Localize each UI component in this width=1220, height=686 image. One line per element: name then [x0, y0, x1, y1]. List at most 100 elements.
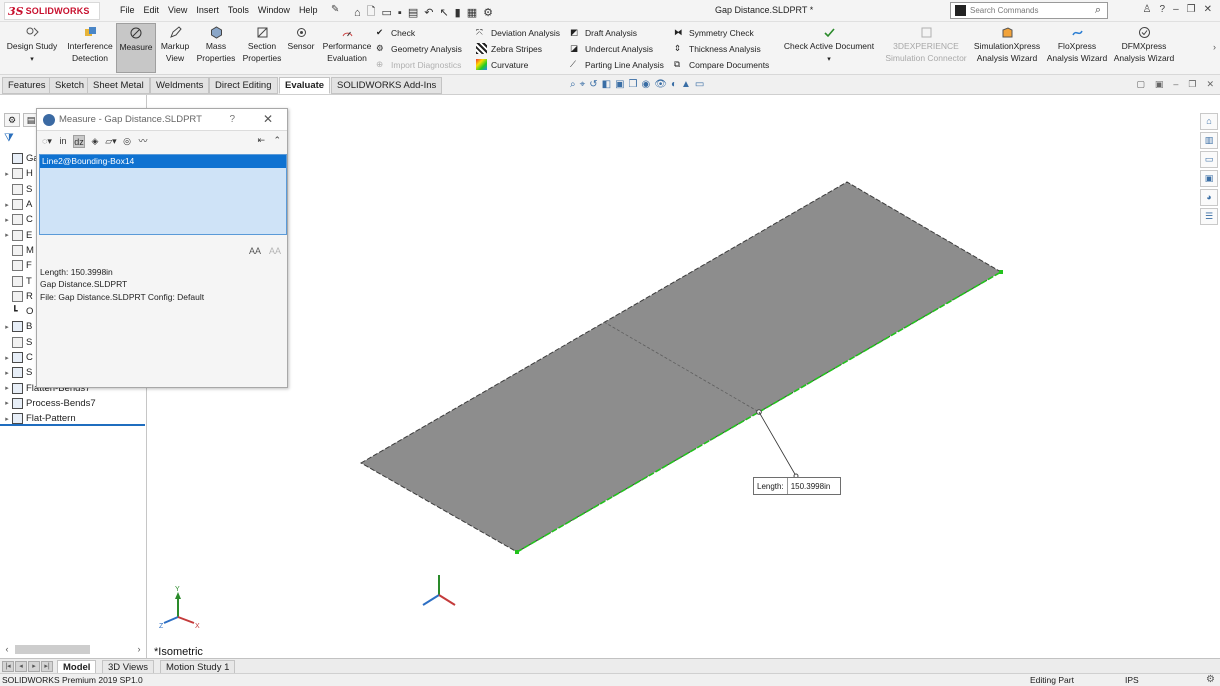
- menu-tools[interactable]: Tools: [224, 5, 253, 15]
- help-icon[interactable]: ?: [1160, 4, 1166, 15]
- appearances-icon[interactable]: ◕: [1200, 189, 1218, 206]
- undo-icon[interactable]: ↶: [424, 6, 433, 19]
- zoom-to-fit-icon[interactable]: ⌕: [570, 79, 576, 90]
- markup-view-button[interactable]: Markup View: [158, 26, 192, 64]
- help-icon[interactable]: ?: [229, 114, 235, 125]
- view-settings-icon[interactable]: ▭: [695, 79, 704, 90]
- thickness-analysis-button[interactable]: ⇕ Thickness Analysis: [674, 43, 761, 54]
- tab-solidworks-add-ins[interactable]: SOLIDWORKS Add-Ins: [331, 77, 443, 94]
- graphics-area[interactable]: Z X Y: [148, 95, 1198, 658]
- geometry-analysis-button[interactable]: ⚙ Geometry Analysis: [376, 43, 462, 54]
- menu-view[interactable]: View: [164, 5, 191, 15]
- previous-view-icon[interactable]: ↺: [589, 79, 597, 90]
- solidworks-resources-icon[interactable]: ⌂: [1200, 113, 1218, 130]
- viewport-restore-icon[interactable]: ❐: [1188, 79, 1196, 90]
- scroll-left-icon[interactable]: ‹: [2, 644, 12, 654]
- check-active-document-button[interactable]: Check Active Document ▾: [780, 26, 878, 66]
- edge-endpoint-bottom[interactable]: [515, 550, 519, 554]
- file-explorer-icon[interactable]: ▭: [1200, 151, 1218, 168]
- viewport-close-icon[interactable]: ✕: [1206, 79, 1214, 90]
- home-icon[interactable]: ⌂: [354, 7, 361, 19]
- next-tab-icon[interactable]: ▸: [28, 661, 40, 672]
- parting-line-analysis-button[interactable]: ⟋ Parting Line Analysis: [570, 59, 664, 70]
- previous-tab-icon[interactable]: ◂: [15, 661, 27, 672]
- design-library-icon[interactable]: ▥: [1200, 132, 1218, 149]
- view-orientation-icon[interactable]: ❒: [629, 79, 638, 90]
- expand-arrow-icon[interactable]: ▸: [2, 384, 12, 392]
- tree-item-process-bends[interactable]: ▸ Process-Bends7: [2, 396, 144, 411]
- unit-system[interactable]: IPS: [1125, 675, 1139, 685]
- feature-manager-tab-icon[interactable]: ⚙: [4, 113, 20, 127]
- tab-evaluate[interactable]: Evaluate: [279, 77, 331, 94]
- projection-icon[interactable]: ▱▾: [105, 135, 117, 148]
- filter-icon[interactable]: ⧩: [4, 132, 14, 145]
- expand-arrow-icon[interactable]: ▸: [2, 231, 12, 239]
- import-diagnostics-button[interactable]: ⊕ Import Diagnostics: [376, 59, 461, 70]
- rollback-bar[interactable]: [0, 424, 145, 426]
- last-tab-icon[interactable]: ▸|: [41, 661, 53, 672]
- tab-direct-editing[interactable]: Direct Editing: [209, 77, 278, 94]
- tab-model[interactable]: Model: [57, 660, 97, 674]
- scroll-right-icon[interactable]: ›: [134, 644, 144, 654]
- tab-sheet-metal[interactable]: Sheet Metal: [87, 77, 150, 94]
- tab-3d-views[interactable]: 3D Views: [102, 660, 154, 674]
- scroll-thumb[interactable]: [15, 644, 90, 654]
- decrease-text-size-icon[interactable]: AA: [269, 246, 281, 256]
- expand-arrow-icon[interactable]: ▸: [2, 369, 12, 377]
- tab-sketch[interactable]: Sketch: [49, 77, 91, 94]
- interference-detection-button[interactable]: Interference Detection: [64, 26, 116, 64]
- point-to-point-icon[interactable]: ◈: [89, 135, 101, 148]
- pin-menu-icon[interactable]: ✎: [331, 4, 339, 15]
- zebra-stripes-button[interactable]: Zebra Stripes: [476, 43, 542, 54]
- rebuild-status-icon[interactable]: ⚙: [1206, 674, 1215, 685]
- viewport-split-icon[interactable]: ▣: [1155, 79, 1164, 90]
- search-icon[interactable]: ⌕: [1095, 4, 1107, 17]
- dfmxpress-button[interactable]: DFMXpress Analysis Wizard: [1112, 26, 1176, 64]
- view-palette-icon[interactable]: ▣: [1200, 170, 1218, 187]
- collapse-dialog-icon[interactable]: ⌃: [273, 135, 281, 146]
- section-properties-button[interactable]: Section Properties: [240, 26, 284, 64]
- deviation-analysis-button[interactable]: ⤧ Deviation Analysis: [476, 27, 560, 38]
- measure-button[interactable]: Measure: [116, 23, 156, 73]
- ribbon-overflow-icon[interactable]: ›: [1213, 42, 1216, 52]
- edit-appearance-icon[interactable]: ◐: [671, 79, 677, 90]
- viewport-tile-icon[interactable]: ▢: [1136, 79, 1145, 90]
- expand-arrow-icon[interactable]: ▸: [2, 415, 12, 423]
- arc-circle-measurements-icon[interactable]: ◌▾: [41, 135, 53, 148]
- tab-features[interactable]: Features: [2, 77, 52, 94]
- simulationxpress-button[interactable]: SimulationXpress Analysis Wizard: [972, 26, 1042, 64]
- performance-evaluation-button[interactable]: Performance Evaluation: [320, 26, 374, 64]
- selected-entity[interactable]: Line2@Bounding-Box14: [40, 155, 286, 168]
- open-icon[interactable]: ▭: [382, 6, 392, 19]
- design-study-button[interactable]: Design Study ▾: [4, 26, 60, 66]
- sensor-button[interactable]: Sensor: [286, 26, 316, 52]
- viewport-minimize-icon[interactable]: –: [1173, 79, 1178, 90]
- pin-dialog-icon[interactable]: ⇤: [257, 135, 265, 146]
- measurement-history-icon[interactable]: ◎: [121, 135, 133, 148]
- mass-properties-button[interactable]: Mass Properties: [194, 26, 238, 64]
- tab-weldments[interactable]: Weldments: [150, 77, 210, 94]
- minimize-icon[interactable]: –: [1173, 4, 1179, 15]
- floxpress-button[interactable]: FloXpress Analysis Wizard: [1044, 26, 1110, 64]
- horizontal-scrollbar[interactable]: ‹ ›: [2, 643, 144, 655]
- create-sensor-icon[interactable]: 〰: [137, 135, 149, 148]
- zoom-to-area-icon[interactable]: ⌖: [580, 79, 586, 90]
- symmetry-check-button[interactable]: ⧓ Symmetry Check: [674, 27, 754, 38]
- undercut-analysis-button[interactable]: ◪ Undercut Analysis: [570, 43, 653, 54]
- display-style-icon[interactable]: ◉: [642, 79, 651, 90]
- increase-text-size-icon[interactable]: AA: [249, 246, 261, 256]
- save-icon[interactable]: ▪: [398, 7, 402, 19]
- menu-help[interactable]: Help: [295, 5, 322, 15]
- first-tab-icon[interactable]: |◂: [2, 661, 14, 672]
- print-icon[interactable]: ▤: [408, 6, 418, 19]
- measure-dialog-title-bar[interactable]: Measure - Gap Distance.SLDPRT: [37, 109, 287, 131]
- expand-arrow-icon[interactable]: ▸: [2, 354, 12, 362]
- units-precision-icon[interactable]: in: [57, 135, 69, 148]
- apply-scene-icon[interactable]: ▲: [681, 79, 691, 90]
- expand-arrow-icon[interactable]: ▸: [2, 201, 12, 209]
- simulation-connector-button[interactable]: 3DEXPERIENCE Simulation Connector: [882, 26, 970, 64]
- user-icon[interactable]: ♙: [1143, 4, 1152, 15]
- edge-endpoint-top[interactable]: [999, 270, 1003, 274]
- dynamic-annotation-icon[interactable]: ▣: [615, 79, 624, 90]
- check-button[interactable]: ✔ Check: [376, 27, 415, 38]
